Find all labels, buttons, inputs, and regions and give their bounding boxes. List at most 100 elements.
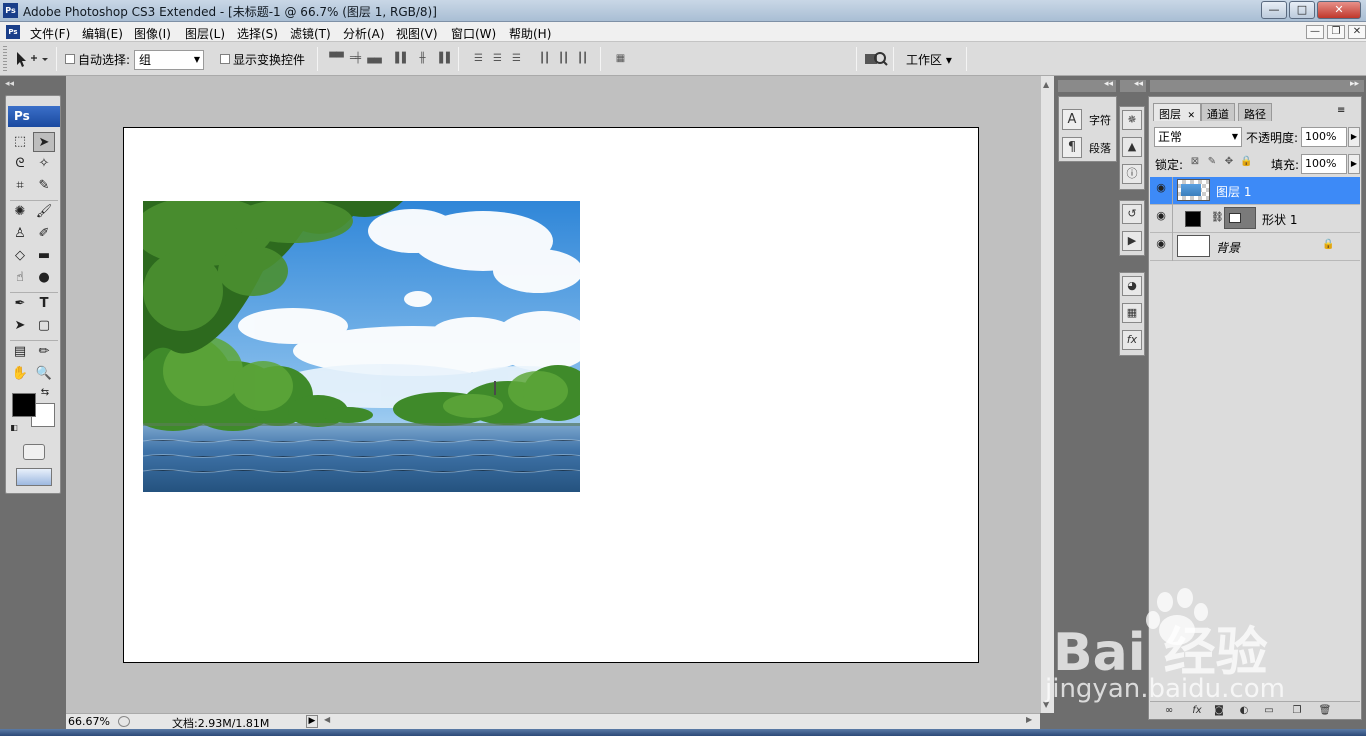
align-bottom-icon[interactable]: ▄▄ <box>366 53 382 65</box>
opacity-input[interactable]: 100% <box>1301 127 1347 147</box>
tab-layers[interactable]: 图层 ✕ <box>1153 103 1202 121</box>
eraser-tool-icon[interactable]: ◇ <box>9 246 31 266</box>
new-layer-icon[interactable]: ❐ <box>1290 704 1304 717</box>
move-tool-icon[interactable]: ➤ <box>33 132 55 152</box>
add-mask-icon[interactable]: ◙ <box>1212 704 1226 717</box>
distribute-bottom-icon[interactable]: ☰ <box>508 53 524 65</box>
shape-fill-thumbnail[interactable] <box>1185 211 1201 227</box>
auto-select-dropdown[interactable]: 组 ▼ <box>134 50 204 70</box>
paragraph-panel-button[interactable]: ¶ 段落 <box>1062 137 1116 159</box>
layer-name[interactable]: 图层 1 <box>1216 183 1251 200</box>
path-selection-tool-icon[interactable]: ➤ <box>9 316 31 336</box>
fx-icon[interactable]: fx <box>1190 704 1204 717</box>
workspace-menu-button[interactable]: 工作区 ▾ <box>906 51 952 68</box>
lock-all-icon[interactable]: 🔒 <box>1240 156 1252 168</box>
fill-input[interactable]: 100% <box>1301 154 1347 174</box>
options-grip[interactable] <box>3 46 7 72</box>
document-canvas[interactable] <box>123 127 979 663</box>
scroll-right-icon[interactable]: ▶ <box>1026 715 1032 724</box>
lock-image-icon[interactable]: ✎ <box>1206 156 1218 168</box>
distribute-hcenter-icon[interactable]: ┃┃ <box>555 53 571 65</box>
doc-restore-button[interactable]: ❐ <box>1327 25 1345 39</box>
link-layers-icon[interactable]: ∞ <box>1162 704 1176 717</box>
layer-row[interactable]: ◉ 背景 🔒 <box>1150 233 1360 261</box>
align-top-icon[interactable]: ▀▀ <box>328 53 344 65</box>
menu-select[interactable]: 选择(S) <box>237 25 278 42</box>
panel-menu-icon[interactable]: ≡ <box>1337 105 1345 116</box>
layer-name[interactable]: 形状 1 <box>1262 211 1297 228</box>
minimize-button[interactable]: — <box>1261 1 1287 19</box>
collapse-chevron-icon[interactable]: ◂◂ <box>5 79 14 89</box>
menu-edit[interactable]: 编辑(E) <box>82 25 123 42</box>
menu-analysis[interactable]: 分析(A) <box>343 25 385 42</box>
quick-mask-icon[interactable] <box>23 444 45 460</box>
menu-help[interactable]: 帮助(H) <box>509 25 551 42</box>
collapse-chevron-icon[interactable]: ◂◂ <box>1104 79 1113 89</box>
menu-layer[interactable]: 图层(L) <box>185 25 225 42</box>
visibility-eye-icon[interactable]: ◉ <box>1155 182 1167 193</box>
history-icon[interactable]: ↺ <box>1122 204 1142 224</box>
lasso-tool-icon[interactable]: ᘓ <box>9 154 31 174</box>
scroll-down-icon[interactable]: ▼ <box>1043 700 1049 709</box>
brush-tool-icon[interactable]: 🖌 <box>33 202 55 222</box>
styles-icon[interactable]: fx <box>1122 330 1142 350</box>
menu-file[interactable]: 文件(F) <box>30 25 70 42</box>
menu-view[interactable]: 视图(V) <box>396 25 438 42</box>
layer-thumbnail[interactable] <box>1177 235 1210 257</box>
healing-brush-tool-icon[interactable]: ✺ <box>9 202 31 222</box>
blend-mode-dropdown[interactable]: 正常 ▼ <box>1154 127 1242 147</box>
tool-preset-picker[interactable] <box>14 49 50 69</box>
clone-stamp-tool-icon[interactable]: ♙ <box>9 224 31 244</box>
distribute-top-icon[interactable]: ☰ <box>470 53 486 65</box>
scroll-left-icon[interactable]: ◀ <box>324 715 330 724</box>
layer-row[interactable]: ◉ ⛓ 形状 1 <box>1150 205 1360 233</box>
histogram-icon[interactable]: ▲ <box>1122 137 1142 157</box>
default-colors-icon[interactable]: ◧ <box>8 422 20 434</box>
layer-name[interactable]: 背景 <box>1216 239 1240 256</box>
distribute-left-icon[interactable]: ┃┃ <box>536 53 552 65</box>
slice-tool-icon[interactable]: ✎ <box>33 176 55 196</box>
auto-select-checkbox[interactable] <box>65 54 75 64</box>
menu-image[interactable]: 图像(I) <box>134 25 171 42</box>
layer-row[interactable]: ◉ 图层 1 <box>1150 177 1360 205</box>
toolbox-header[interactable]: ◂◂ <box>0 76 66 94</box>
align-left-icon[interactable]: ▌▌ <box>394 53 410 65</box>
tab-channels[interactable]: 通道 <box>1201 103 1235 121</box>
zoom-tool-icon[interactable]: 🔍 <box>33 364 55 384</box>
zoom-level[interactable]: 66.67% <box>68 715 110 728</box>
lock-position-icon[interactable]: ✥ <box>1223 156 1235 168</box>
gradient-tool-icon[interactable]: ▬ <box>33 246 55 266</box>
distribute-right-icon[interactable]: ┃┃ <box>574 53 590 65</box>
screen-mode-icon[interactable] <box>16 468 52 486</box>
tab-paths[interactable]: 路径 <box>1238 103 1272 121</box>
foreground-color-swatch[interactable] <box>12 393 36 417</box>
type-tool-icon[interactable]: T <box>33 294 55 314</box>
visibility-eye-icon[interactable]: ◉ <box>1155 238 1167 249</box>
info-icon[interactable]: ⓘ <box>1122 164 1142 184</box>
shape-tool-icon[interactable]: ▢ <box>33 316 55 336</box>
marquee-tool-icon[interactable]: ⬚ <box>9 132 31 152</box>
align-right-icon[interactable]: ▐▐ <box>434 53 450 65</box>
status-menu-arrow-icon[interactable]: ▶ <box>306 715 318 728</box>
dodge-tool-icon[interactable]: ● <box>33 268 55 288</box>
blur-tool-icon[interactable]: ☝ <box>9 268 31 288</box>
file-browser-icon[interactable] <box>864 51 888 68</box>
link-icon[interactable]: ⛓ <box>1211 212 1224 223</box>
doc-minimize-button[interactable]: — <box>1306 25 1324 39</box>
opacity-slider-arrow-icon[interactable]: ▶ <box>1348 127 1360 147</box>
close-button[interactable]: ✕ <box>1317 1 1361 19</box>
fill-slider-arrow-icon[interactable]: ▶ <box>1348 154 1360 174</box>
history-brush-tool-icon[interactable]: ✐ <box>33 224 55 244</box>
swatches-icon[interactable]: ▦ <box>1122 303 1142 323</box>
character-panel-button[interactable]: A 字符 <box>1062 109 1116 131</box>
layer-thumbnail[interactable] <box>1177 179 1210 201</box>
dock-header[interactable] <box>1150 80 1364 92</box>
vertical-scrollbar[interactable]: ▲ ▼ <box>1040 76 1054 713</box>
menu-window[interactable]: 窗口(W) <box>451 25 496 42</box>
collapse-chevron-icon[interactable]: ◂◂ <box>1134 79 1143 89</box>
auto-align-layers-icon[interactable]: ▦ <box>612 53 628 65</box>
zoom-icon[interactable] <box>118 716 130 727</box>
lock-transparent-icon[interactable]: ⊠ <box>1189 156 1201 168</box>
new-group-icon[interactable]: ▭ <box>1262 704 1276 717</box>
menu-filter[interactable]: 滤镜(T) <box>290 25 331 42</box>
